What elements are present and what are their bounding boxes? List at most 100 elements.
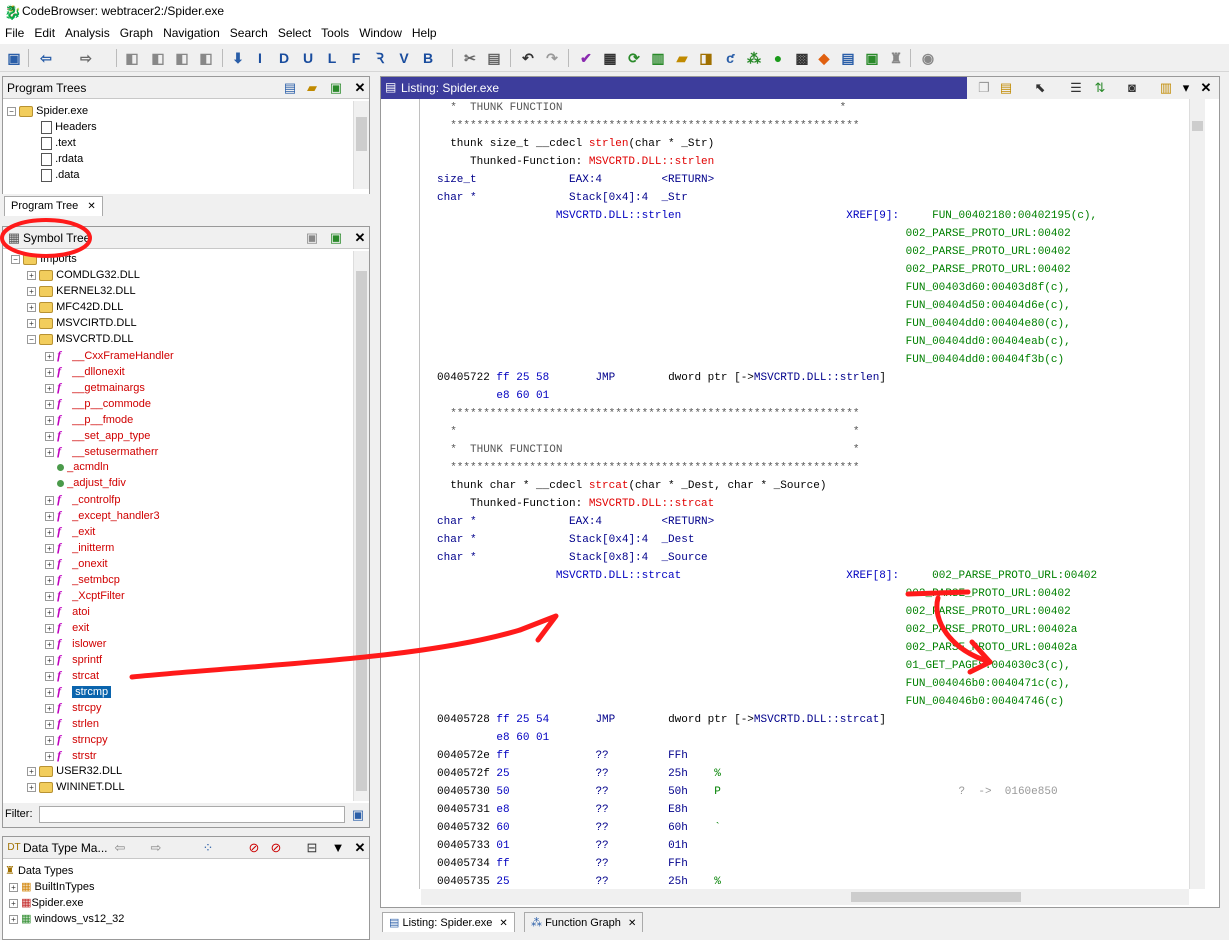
menu-item-edit[interactable]: Edit xyxy=(29,24,60,42)
close-icon[interactable]: ✕ xyxy=(351,229,369,247)
expand-icon[interactable]: + xyxy=(9,898,18,908)
function-item[interactable]: + f __dllonexit xyxy=(7,363,353,379)
code-line[interactable]: FUN_00404d50:00404d6e(c), xyxy=(437,297,1097,315)
close-icon[interactable]: ✕ xyxy=(1197,79,1215,97)
scroll-thumb[interactable] xyxy=(1192,121,1203,131)
tb-letter-f[interactable]: F xyxy=(346,48,366,68)
close-icon[interactable]: ✕ xyxy=(351,79,369,97)
chat-icon[interactable]: ◉ xyxy=(918,48,938,68)
code-line[interactable]: 00405722 ff 25 58 JMP dword ptr [->MSVCR… xyxy=(437,369,1097,387)
code-line[interactable]: 00405730 50 ?? 50h P ? -> 0160e850 xyxy=(437,783,1097,801)
run-icon[interactable]: ● xyxy=(768,48,788,68)
code-line[interactable]: char * Stack[0x4]:4 _Str xyxy=(437,189,1097,207)
code-line[interactable]: FUN_004046b0:00404746(c) xyxy=(437,693,1097,711)
function-item[interactable]: + f _XcptFilter xyxy=(7,587,353,603)
code-line[interactable]: thunk size_t __cdecl strlen(char * _Str) xyxy=(437,135,1097,153)
menu-item-help[interactable]: Help xyxy=(407,24,442,42)
function-item[interactable]: + f strncpy xyxy=(7,731,353,747)
expand-icon[interactable]: + xyxy=(45,527,54,537)
dll-item[interactable]: + USER32.DLL xyxy=(7,763,353,779)
code-line[interactable]: 00405734 ff ?? FFh xyxy=(437,855,1097,873)
expand-icon[interactable]: + xyxy=(27,302,36,312)
expand-icon[interactable]: + xyxy=(45,639,54,649)
code-line[interactable]: 002_PARSE_PROTO_URL:00402 xyxy=(437,243,1097,261)
menu-item-search[interactable]: Search xyxy=(225,24,273,42)
memory-icon[interactable]: ▥ xyxy=(648,48,668,68)
expand-icon[interactable]: + xyxy=(45,511,54,521)
expand-icon[interactable]: + xyxy=(45,655,54,665)
expand-icon[interactable]: + xyxy=(45,351,54,361)
function-item[interactable]: + f strcat xyxy=(7,667,353,683)
code-line[interactable]: 002_PARSE_PROTO_URL:00402a xyxy=(437,639,1097,657)
tree-root[interactable]: − Spider.exe xyxy=(7,103,353,119)
dll-item[interactable]: + COMDLG32.DLL xyxy=(7,267,353,283)
function-item[interactable]: + f _controlfp xyxy=(7,491,353,507)
folder-icon[interactable]: ▰ xyxy=(672,48,692,68)
expand-icon[interactable]: + xyxy=(45,703,54,713)
function-item[interactable]: + f _exit xyxy=(7,523,353,539)
expand-icon[interactable]: + xyxy=(27,270,36,280)
code-line[interactable]: thunk char * __cdecl strcat(char * _Dest… xyxy=(437,477,1097,495)
script-icon[interactable]: ▩ xyxy=(792,48,812,68)
filter-input[interactable] xyxy=(39,806,345,823)
dll-item[interactable]: + WININET.DLL xyxy=(7,779,353,795)
code-line[interactable]: * THUNK FUNCTION * xyxy=(437,441,1097,459)
expand-icon[interactable]: + xyxy=(45,367,54,377)
close-icon[interactable]: ✕ xyxy=(87,201,95,212)
expand-icon[interactable]: + xyxy=(27,286,36,296)
code-line[interactable]: Thunked-Function: MSVCRTD.DLL::strcat xyxy=(437,495,1097,513)
field-editor-icon[interactable]: ☰ xyxy=(1067,79,1085,97)
expand-icon[interactable]: + xyxy=(45,687,54,697)
code-line[interactable]: FUN_004046b0:0040471c(c), xyxy=(437,675,1097,693)
tree-root[interactable]: − Imports xyxy=(7,251,353,267)
menu-item-tools[interactable]: Tools xyxy=(316,24,354,42)
collapse-all-icon[interactable]: ⊟ xyxy=(303,839,321,857)
code-line[interactable]: ****************************************… xyxy=(437,405,1097,423)
expand-icon[interactable]: + xyxy=(27,782,36,792)
filter-off-icon[interactable]: ⊘ xyxy=(245,839,263,857)
function-item[interactable]: + f __p__commode xyxy=(7,395,353,411)
back-icon[interactable]: ⇦ xyxy=(111,839,129,857)
menu-dropdown-icon[interactable]: ▼ xyxy=(329,839,347,857)
listing-view[interactable]: * THUNK FUNCTION * *********************… xyxy=(381,99,1219,889)
down-arrow-icon[interactable]: ⬇ xyxy=(228,48,248,68)
refresh-icon[interactable]: ⟳ xyxy=(624,48,644,68)
collapse-icon[interactable]: − xyxy=(27,334,36,344)
dll-item[interactable]: + MFC42D.DLL xyxy=(7,299,353,315)
expand-icon[interactable]: + xyxy=(45,383,54,393)
code-line[interactable]: e8 60 01 xyxy=(437,729,1097,747)
tab-function-graph[interactable]: ⁂ Function Graph ✕ xyxy=(524,912,644,932)
tb-letter-b[interactable]: B xyxy=(418,48,438,68)
function-item[interactable]: _acmdln xyxy=(7,459,353,475)
function-item[interactable]: + f __set_app_type xyxy=(7,427,353,443)
menu-item-file[interactable]: File xyxy=(0,24,29,42)
function-item[interactable]: + f __p__fmode xyxy=(7,411,353,427)
close-icon[interactable]: ✕ xyxy=(628,918,636,929)
create-symbol-icon[interactable]: ▣ xyxy=(303,229,321,247)
function-item[interactable]: _adjust_fdiv xyxy=(7,475,353,491)
layout-icon[interactable]: ▥ xyxy=(1157,79,1175,97)
code-line[interactable]: 002_PARSE_PROTO_URL:00402 xyxy=(437,603,1097,621)
listing-scrollbar[interactable] xyxy=(1189,99,1205,889)
scroll-thumb[interactable] xyxy=(356,271,367,791)
code-line[interactable]: FUN_00403d60:00403d8f(c), xyxy=(437,279,1097,297)
diff-icon[interactable]: ⇅ xyxy=(1091,79,1109,97)
menu-dropdown-icon[interactable]: ▾ xyxy=(1177,79,1195,97)
expand-icon[interactable]: + xyxy=(45,719,54,729)
code-line[interactable]: FUN_00404dd0:00404f3b(c) xyxy=(437,351,1097,369)
expand-icon[interactable]: + xyxy=(45,735,54,745)
code-line[interactable]: 002_PARSE_PROTO_URL:00402 xyxy=(437,261,1097,279)
tree-item[interactable]: .rdata xyxy=(7,151,353,167)
expand-icon[interactable]: + xyxy=(45,415,54,425)
back-icon[interactable]: ⇦ xyxy=(36,48,56,68)
tree-item[interactable]: + ▦ BuiltInTypes xyxy=(5,879,351,895)
scroll-thumb[interactable] xyxy=(356,117,367,151)
diamond-icon[interactable]: ◆ xyxy=(814,48,834,68)
code-line[interactable]: * * xyxy=(437,423,1097,441)
expand-icon[interactable]: + xyxy=(45,623,54,633)
code-line[interactable]: 00405728 ff 25 54 JMP dword ptr [->MSVCR… xyxy=(437,711,1097,729)
tree-item[interactable]: Headers xyxy=(7,119,353,135)
nav-data-icon[interactable]: ◧ xyxy=(172,48,192,68)
code-listing[interactable]: * THUNK FUNCTION * *********************… xyxy=(437,99,1097,891)
function-item[interactable]: + f _onexit xyxy=(7,555,353,571)
